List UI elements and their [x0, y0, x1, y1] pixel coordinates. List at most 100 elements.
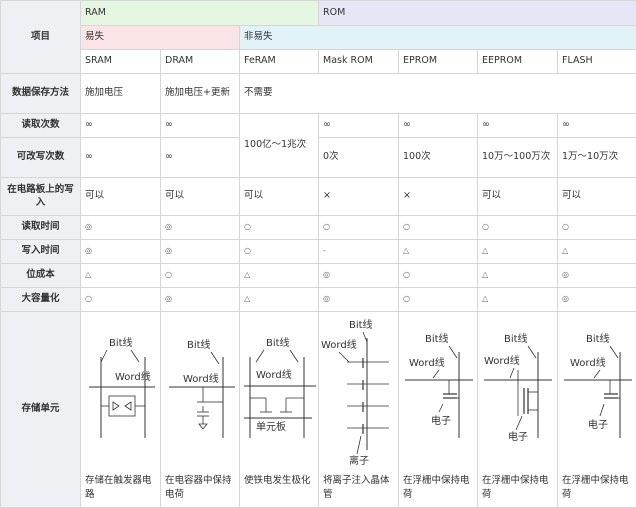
cell-value: 可以 — [478, 178, 558, 216]
wordline-label: Word线 — [183, 372, 219, 385]
cell-description: 在浮栅中保持电荷 — [558, 470, 636, 506]
bitline-label: Bit线 — [109, 336, 133, 349]
memory-name-eprom: EPROM — [399, 50, 478, 74]
electron-label: 电子 — [431, 414, 451, 427]
row-read-count: 读取次数 ∞ ∞ 100亿～1兆次 ∞ ∞ ∞ ∞ — [1, 114, 636, 138]
row-label: 可改写次数 — [1, 138, 81, 178]
cell-value: ◎ — [558, 288, 636, 312]
cell-value: 1万～10万次 — [558, 138, 636, 178]
cell-diagram-flash: Bit线 Word线 电子 在浮栅中保持电荷 — [558, 312, 636, 508]
cell-value: 可以 — [81, 178, 161, 216]
row-retention: 数据保存方法 施加电压 施加电压+更新 不需要 — [1, 74, 636, 114]
cell-diagram-feram: Bit线 Word线 单元板 使铁电发生极化 — [240, 312, 319, 508]
cell-value: △ — [399, 240, 478, 264]
memory-name-feram: FeRAM — [240, 50, 319, 74]
row-capacity: 大容量化 ○ ◎ △ ◎ ○ △ ◎ — [1, 288, 636, 312]
cell-value: 可以 — [240, 178, 319, 216]
memory-name-dram: DRAM — [161, 50, 240, 74]
ion-label: 离子 — [349, 454, 369, 467]
eeprom-cell-diagram: Bit线 Word线 电子 — [478, 312, 557, 470]
cell-value: ∞ — [161, 114, 240, 138]
cell-value: ◎ — [81, 216, 161, 240]
row-read-time: 读取时间 ◎ ◎ ○ ○ ○ ○ ○ — [1, 216, 636, 240]
row-label: 读取次数 — [1, 114, 81, 138]
wordline-label: Word线 — [570, 356, 606, 369]
bitline-label: Bit线 — [349, 318, 373, 331]
nonvolatile-header: 非易失 — [240, 26, 636, 50]
cell-value: ◎ — [558, 264, 636, 288]
cell-value: ∞ — [81, 114, 161, 138]
bitline-label: Bit线 — [187, 338, 211, 351]
cell-diagram-dram: Bit线 Word线 在电容器中保持电荷 — [161, 312, 240, 508]
bitline-label: Bit线 — [425, 332, 449, 345]
cell-value: △ — [558, 240, 636, 264]
cell-value: ◎ — [319, 264, 399, 288]
cell-value: ◎ — [161, 288, 240, 312]
sram-cell-diagram: Bit线 Word线 — [81, 312, 160, 470]
cell-value: ∞ — [319, 114, 399, 138]
electron-label: 电子 — [508, 430, 528, 443]
cell-value: 10万～100万次 — [478, 138, 558, 178]
cell-description: 存储在触发器电路 — [81, 470, 160, 506]
header-row-volatility: 易失 非易失 — [1, 26, 636, 50]
dram-cell-diagram: Bit线 Word线 — [161, 312, 239, 470]
cell-description: 在浮栅中保持电荷 — [478, 470, 557, 506]
row-bit-cost: 位成本 △ ○ △ ◎ ○ △ ◎ — [1, 264, 636, 288]
cell-value: ○ — [399, 216, 478, 240]
feram-cell-diagram: Bit线 Word线 单元板 — [240, 312, 318, 470]
cell-value: 施加电压 — [81, 74, 161, 114]
eprom-cell-diagram: Bit线 Word线 电子 — [399, 312, 479, 470]
cell-value: ∞ — [81, 138, 161, 178]
row-label: 写入时间 — [1, 240, 81, 264]
memory-name-flash: FLASH — [558, 50, 636, 74]
row-storage-cell: 存储单元 Bit线 Word线 存储在触发器电路 Bit线 — [1, 312, 636, 508]
cell-value: △ — [478, 264, 558, 288]
cell-value: ○ — [478, 216, 558, 240]
cell-value: ∞ — [161, 138, 240, 178]
wordline-label: Word线 — [256, 368, 292, 381]
memory-name-eeprom: EEPROM — [478, 50, 558, 74]
row-label: 位成本 — [1, 264, 81, 288]
memory-name-maskrom: Mask ROM — [319, 50, 399, 74]
cell-value: ○ — [399, 288, 478, 312]
wordline-label: Word线 — [409, 356, 445, 369]
rom-header: ROM — [319, 1, 636, 26]
cell-value: ◎ — [161, 216, 240, 240]
cell-description: 在电容器中保持电荷 — [161, 470, 239, 506]
cell-value: 可以 — [558, 178, 636, 216]
unit-plate-label: 单元板 — [256, 420, 286, 433]
cell-value: △ — [81, 264, 161, 288]
cell-description: 在浮栅中保持电荷 — [399, 470, 477, 506]
row-label: 在电路板上的写入 — [1, 178, 81, 216]
cell-value: ∞ — [558, 114, 636, 138]
row-label: 存储单元 — [1, 312, 81, 508]
cell-value: 100次 — [399, 138, 478, 178]
memory-comparison-table: 项目 RAM ROM 易失 非易失 SRAM DRAM FeRAM Mask R… — [0, 0, 636, 508]
cell-value: △ — [478, 240, 558, 264]
cell-diagram-eprom: Bit线 Word线 电子 在浮栅中保持电荷 — [399, 312, 478, 508]
cell-value: ∞ — [399, 114, 478, 138]
cell-value: 可以 — [161, 178, 240, 216]
cell-value: ○ — [558, 216, 636, 240]
cell-diagram-eeprom: Bit线 Word线 电子 在浮栅中保持电荷 — [478, 312, 558, 508]
row-onboard-write: 在电路板上的写入 可以 可以 可以 × × 可以 可以 — [1, 178, 636, 216]
bitline-label: Bit线 — [266, 336, 290, 349]
header-row-memories: SRAM DRAM FeRAM Mask ROM EPROM EEPROM FL… — [1, 50, 636, 74]
cell-description: 将离子注入晶体管 — [319, 470, 398, 506]
cell-value: ○ — [319, 216, 399, 240]
cell-value: ○ — [399, 264, 478, 288]
flash-cell-diagram: Bit线 Word线 电子 — [558, 312, 636, 470]
cell-value: 0次 — [319, 138, 399, 178]
ram-header: RAM — [81, 1, 319, 26]
wordline-label: Word线 — [321, 338, 357, 351]
cell-description: 使铁电发生极化 — [240, 470, 318, 492]
cell-value: 100亿～1兆次 — [240, 114, 319, 178]
cell-value: × — [399, 178, 478, 216]
row-write-time: 写入时间 ◎ ◎ ○ - △ △ △ — [1, 240, 636, 264]
item-header: 项目 — [1, 1, 81, 74]
cell-value: ◎ — [161, 240, 240, 264]
maskrom-cell-diagram: Bit线 Word线 离子 — [319, 312, 398, 470]
cell-value: 不需要 — [240, 74, 636, 114]
cell-value: ◎ — [81, 240, 161, 264]
cell-diagram-maskrom: Bit线 Word线 离子 将离子注入晶体管 — [319, 312, 399, 508]
